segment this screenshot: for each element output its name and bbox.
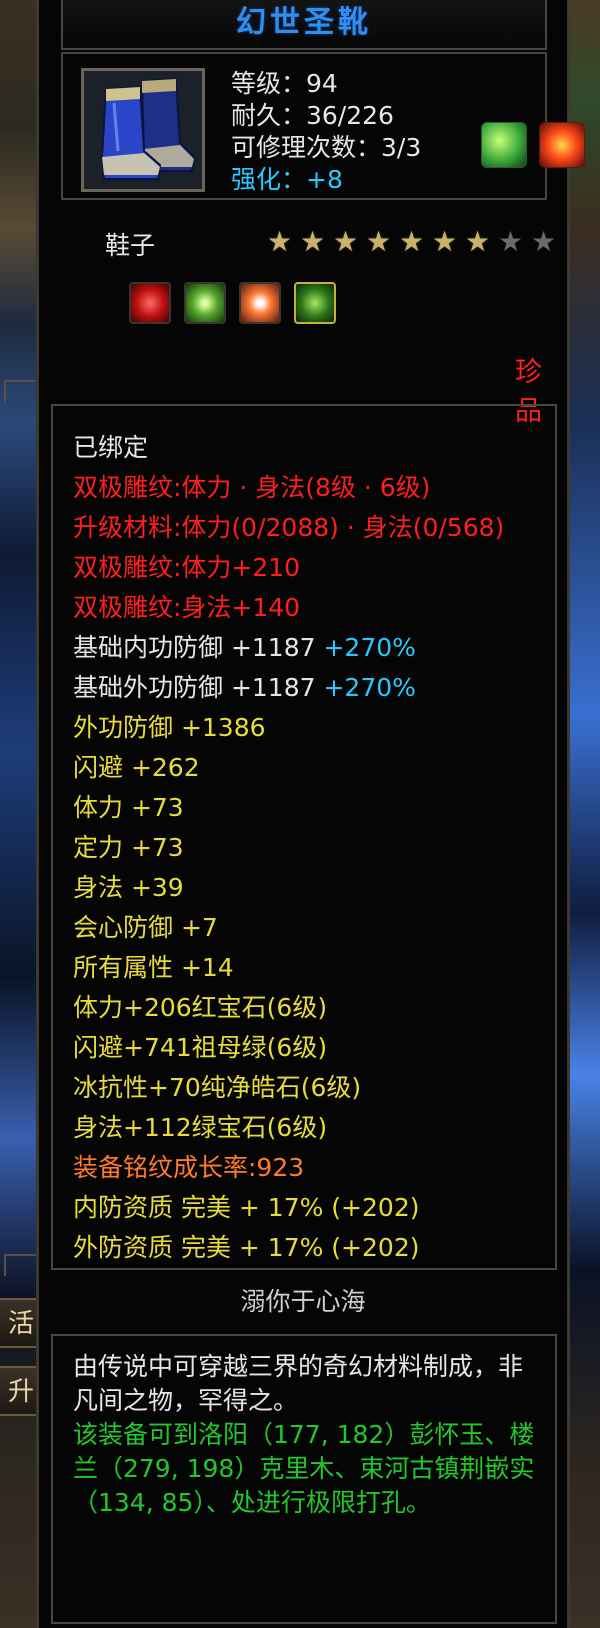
star-filled-icon: ★ bbox=[464, 225, 491, 258]
star-filled-icon: ★ bbox=[431, 225, 458, 258]
attribute-text: 装备铭纹成长率:923 bbox=[73, 1153, 305, 1182]
attribute-text: 冰抗性+70纯净皓石(6级) bbox=[73, 1073, 362, 1102]
attribute-text: 会心防御 +7 bbox=[73, 913, 218, 942]
attribute-text: 外防资质 完美 + 17% (+202) bbox=[73, 1233, 420, 1262]
attribute-line: 双极雕纹:身法+140 bbox=[73, 588, 504, 628]
item-header-panel: 等级：94 耐久：36/226 可修理次数：3/3 强化：+8 bbox=[61, 52, 585, 200]
red-ruby-gem-icon[interactable] bbox=[129, 282, 171, 324]
attribute-text: 身法+112绿宝石(6级) bbox=[73, 1113, 328, 1142]
attribute-text: 外功防御 +1386 bbox=[73, 713, 266, 742]
boots-icon bbox=[81, 68, 205, 192]
item-tooltip: 幻世圣靴 等级：94 耐久：36/226 可修理次数：3/3 强化：+8 鞋子 … bbox=[36, 0, 585, 1628]
emerald-gem-icon[interactable] bbox=[294, 282, 336, 324]
item-subtitle: 溺你于心海 bbox=[240, 1287, 366, 1316]
attribute-text: 双极雕纹:体力+210 bbox=[73, 553, 301, 582]
attribute-line: 内防资质 完美 + 17% (+202) bbox=[73, 1188, 504, 1228]
attribute-line: 已绑定 bbox=[73, 428, 504, 468]
attribute-line: 基础内功防御 +1187 +270% bbox=[73, 628, 504, 668]
attribute-text: 身法 +39 bbox=[73, 873, 184, 902]
star-filled-icon: ★ bbox=[332, 225, 359, 258]
title-bar: 幻世圣靴 bbox=[61, 0, 547, 50]
attribute-line: 升级材料:体力(0/2088) · 身法(0/568) bbox=[73, 508, 504, 548]
attribute-line: 外防资质 完美 + 17% (+202) bbox=[73, 1228, 504, 1268]
attribute-text: 所有属性 +14 bbox=[73, 953, 234, 982]
item-stats: 等级：94 耐久：36/226 可修理次数：3/3 强化：+8 bbox=[231, 68, 421, 196]
description-panel: 由传说中可穿越三界的奇幻材料制成，非凡间之物，罕得之。 该装备可到洛阳（177,… bbox=[51, 1334, 557, 1624]
attribute-line: 闪避 +262 bbox=[73, 748, 504, 788]
attribute-line: 会心防御 +7 bbox=[73, 908, 504, 948]
attribute-line: 体力+206红宝石(6级) bbox=[73, 988, 504, 1028]
attribute-line: 双极雕纹:体力 · 身法(8级 · 6级) bbox=[73, 468, 504, 508]
attribute-bonus: +270% bbox=[315, 633, 416, 662]
attribute-line: 外功防御 +1386 bbox=[73, 708, 504, 748]
star-filled-icon: ★ bbox=[398, 225, 425, 258]
attribute-line: 闪避+741祖母绿(6级) bbox=[73, 1028, 504, 1068]
attribute-text: 体力 +73 bbox=[73, 793, 184, 822]
white-diamond-gem-icon[interactable] bbox=[239, 282, 281, 324]
durability-text: 耐久：36/226 bbox=[231, 101, 394, 130]
fire-skill-icon[interactable] bbox=[539, 122, 585, 168]
attribute-line: 冰抗性+70纯净皓石(6级) bbox=[73, 1068, 504, 1108]
attribute-text: 闪避 +262 bbox=[73, 753, 200, 782]
attribute-text: 基础外功防御 +1187 bbox=[73, 673, 316, 702]
star-empty-icon: ★ bbox=[530, 225, 557, 258]
attribute-line: 身法 +39 bbox=[73, 868, 504, 908]
attribute-text: 升级材料:体力(0/2088) · 身法(0/568) bbox=[73, 513, 505, 542]
description-text: 由传说中可穿越三界的奇幻材料制成，非凡间之物，罕得之。 该装备可到洛阳（177,… bbox=[73, 1350, 543, 1520]
item-name: 幻世圣靴 bbox=[236, 5, 372, 40]
background-scene-right bbox=[570, 0, 600, 1628]
star-filled-icon: ★ bbox=[266, 225, 293, 258]
enhance-value: +8 bbox=[306, 165, 343, 194]
attribute-text: 内防资质 完美 + 17% (+202) bbox=[73, 1193, 420, 1222]
repair-count-text: 可修理次数：3/3 bbox=[231, 133, 422, 162]
attribute-list: 已绑定双极雕纹:体力 · 身法(8级 · 6级) 升级材料:体力(0/2088) … bbox=[73, 428, 504, 1268]
attribute-text: 闪避+741祖母绿(6级) bbox=[73, 1033, 328, 1062]
attribute-text: 定力 +73 bbox=[73, 833, 184, 862]
attribute-line: 所有属性 +14 bbox=[73, 948, 504, 988]
enhance-label: 强化： bbox=[231, 165, 307, 194]
green-leaf-skill-icon[interactable] bbox=[481, 122, 527, 168]
attribute-line: 双极雕纹:体力+210 bbox=[73, 548, 504, 588]
star-rating: ★ ★ ★ ★ ★ ★ ★ ★ ★ bbox=[265, 228, 558, 257]
star-filled-icon: ★ bbox=[365, 225, 392, 258]
green-jade-gem-icon[interactable] bbox=[184, 282, 226, 324]
item-type: 鞋子 bbox=[105, 231, 156, 260]
attribute-text: 基础内功防御 +1187 bbox=[73, 633, 316, 662]
enhance-text: 强化：+8 bbox=[231, 164, 421, 196]
attribute-bonus: +270% bbox=[315, 673, 416, 702]
attribute-line: 装备铭纹成长率:923 bbox=[73, 1148, 504, 1188]
attribute-text: 体力+206红宝石(6级) bbox=[73, 993, 328, 1022]
star-empty-icon: ★ bbox=[497, 225, 524, 258]
description-socket-hint: 该装备可到洛阳（177, 182）彭怀玉、楼兰（279, 198）克里木、束河古… bbox=[73, 1420, 535, 1517]
attribute-line: 定力 +73 bbox=[73, 828, 504, 868]
attribute-text: 已绑定 bbox=[73, 433, 149, 462]
attribute-panel: 已绑定双极雕纹:体力 · 身法(8级 · 6级) 升级材料:体力(0/2088) … bbox=[51, 404, 557, 1270]
attribute-text: 双极雕纹:身法+140 bbox=[73, 593, 301, 622]
attribute-line: 体力 +73 bbox=[73, 788, 504, 828]
description-lore: 由传说中可穿越三界的奇幻材料制成，非凡间之物，罕得之。 bbox=[73, 1352, 524, 1415]
attribute-text: 双极雕纹:体力 · 身法(8级 · 6级) bbox=[73, 473, 431, 502]
attribute-line: 身法+112绿宝石(6级) bbox=[73, 1108, 504, 1148]
attribute-line: 基础外功防御 +1187 +270% bbox=[73, 668, 504, 708]
star-filled-icon: ★ bbox=[299, 225, 326, 258]
gem-slots bbox=[129, 282, 336, 324]
level-text: 等级：94 bbox=[231, 69, 338, 98]
